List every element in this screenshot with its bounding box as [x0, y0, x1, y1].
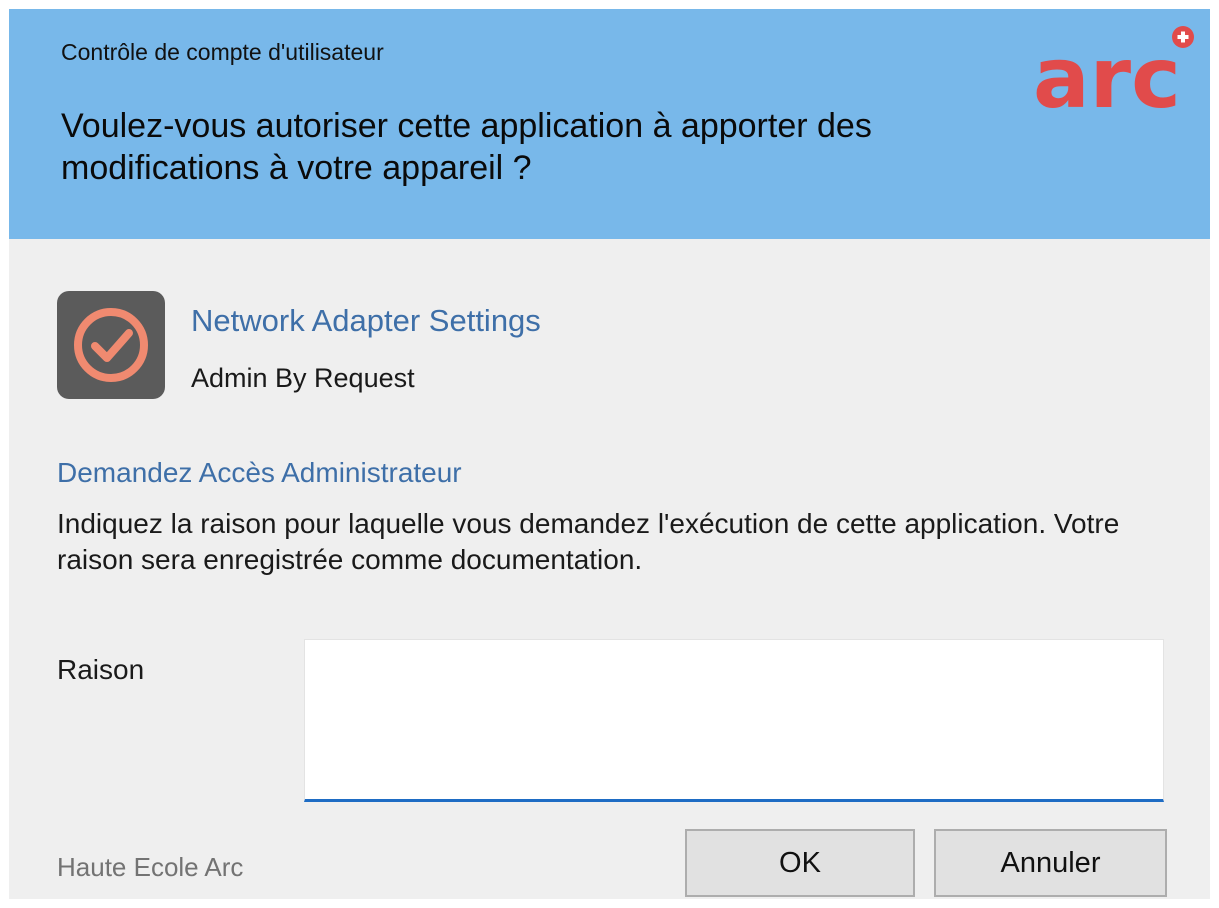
request-title: Demandez Accès Administrateur	[57, 457, 462, 488]
cancel-button[interactable]: Annuler	[934, 829, 1167, 897]
dialog-header: Contrôle de compte d'utilisateur Voulez-…	[9, 9, 1210, 239]
uac-dialog: Contrôle de compte d'utilisateur Voulez-…	[9, 9, 1210, 899]
check-circle-icon	[74, 308, 148, 382]
app-icon	[57, 291, 165, 399]
organization-label: Haute Ecole Arc	[57, 852, 244, 882]
app-publisher: Admin By Request	[191, 363, 415, 393]
svg-text:arc: arc	[1033, 29, 1181, 119]
reason-input[interactable]	[304, 639, 1164, 802]
dialog-question: Voulez-vous autoriser cette application …	[61, 107, 872, 187]
request-instructions: Indiquez la raison pour laquelle vous de…	[57, 508, 1120, 575]
arc-logo: arc	[1033, 26, 1194, 119]
reason-label: Raison	[57, 654, 145, 685]
dialog-caption: Contrôle de compte d'utilisateur	[61, 39, 384, 65]
ok-button[interactable]: OK	[685, 829, 915, 897]
app-name: Network Adapter Settings	[191, 303, 541, 338]
